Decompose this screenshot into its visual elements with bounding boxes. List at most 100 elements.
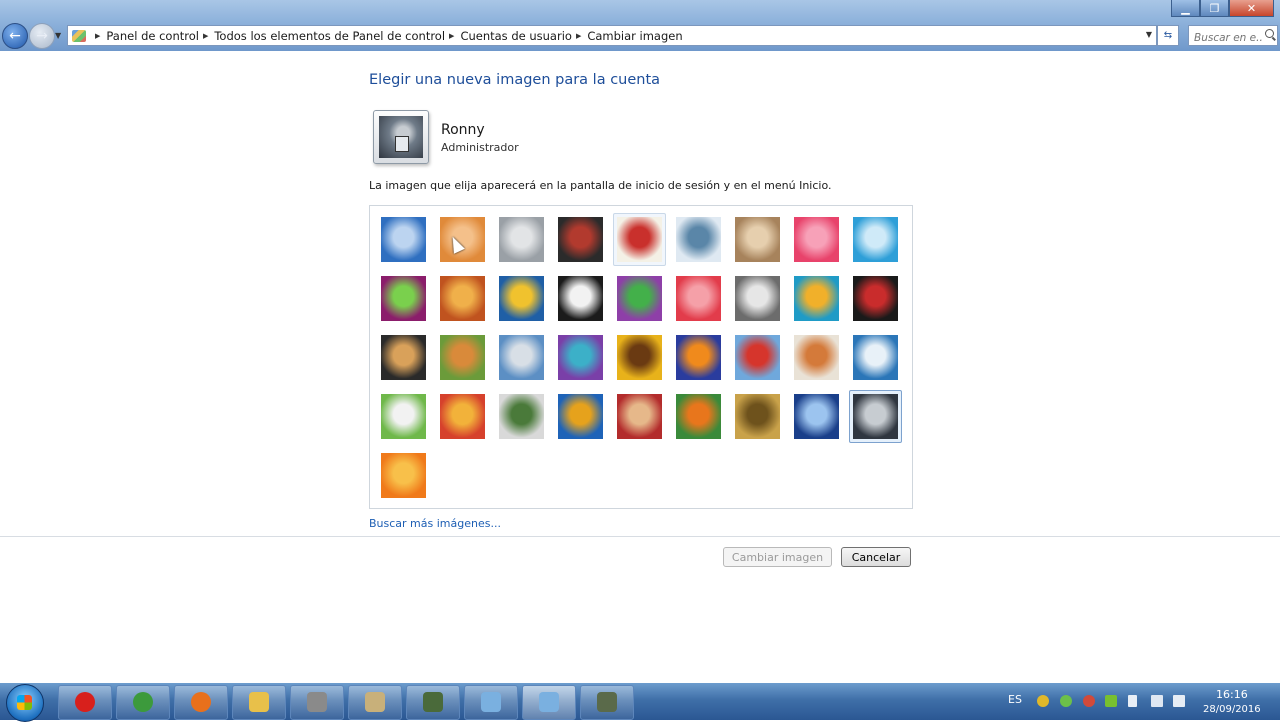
picture-option-paper-crane[interactable] xyxy=(853,276,898,321)
picture-option-dog[interactable] xyxy=(558,276,603,321)
picture-option-paper-star[interactable] xyxy=(676,276,721,321)
picture-option-ribbons[interactable] xyxy=(440,394,485,439)
picture-option-ball[interactable] xyxy=(381,276,426,321)
picture-option-user-photo[interactable] xyxy=(853,394,898,439)
picture-option-fish[interactable] xyxy=(676,335,721,380)
picture-option-jacks[interactable] xyxy=(735,276,780,321)
tray-app-icon[interactable] xyxy=(1105,695,1117,707)
picture-option-doll[interactable] xyxy=(794,335,839,380)
picture-option-stairs[interactable] xyxy=(794,276,839,321)
taskbar-app-chrome[interactable] xyxy=(116,685,170,720)
picture-option-kitten[interactable] xyxy=(735,217,780,262)
minimize-button[interactable]: ▁ xyxy=(1171,0,1200,17)
app-utility-icon xyxy=(597,692,617,712)
network-icon[interactable] xyxy=(1151,695,1163,707)
tray-app-icon[interactable] xyxy=(1083,695,1095,707)
refresh-icon: ⇆ xyxy=(1163,30,1173,41)
taskbar-app-window-manager[interactable] xyxy=(464,685,518,720)
tray-app-icon[interactable] xyxy=(1060,695,1072,707)
window-manager-icon xyxy=(481,692,501,712)
picture-grid xyxy=(369,205,913,509)
breadcrumb-cuentas-de-usuario[interactable]: Cuentas de usuario xyxy=(460,29,572,43)
picture-option-balloon[interactable] xyxy=(735,335,780,380)
taskbar-app-firefox[interactable] xyxy=(174,685,228,720)
breadcrumb-cambiar-imagen[interactable]: Cambiar imagen xyxy=(587,29,682,43)
chrome-icon xyxy=(133,692,153,712)
volume-icon[interactable] xyxy=(1173,695,1185,707)
picture-option-marbles[interactable] xyxy=(499,394,544,439)
breadcrumb-todos-los-elementos[interactable]: Todos los elementos de Panel de control xyxy=(214,29,445,43)
picture-option-lucky-cat[interactable] xyxy=(617,217,662,262)
start-button[interactable] xyxy=(6,684,44,722)
arrow-left-icon: ← xyxy=(9,28,21,44)
search-icon[interactable] xyxy=(1265,29,1274,38)
chevron-right-icon[interactable]: ▶ xyxy=(576,32,581,40)
sketchup-icon xyxy=(423,692,443,712)
divider xyxy=(0,536,1280,537)
close-button[interactable]: ✕ xyxy=(1229,0,1274,17)
picture-option-pinwheel[interactable] xyxy=(853,217,898,262)
history-dropdown-icon[interactable]: ▼ xyxy=(55,31,61,40)
picture-option-leaf[interactable] xyxy=(499,276,544,321)
control-panel-icon xyxy=(72,29,86,42)
flag-icon[interactable] xyxy=(1128,695,1137,707)
picture-option-roller-coaster[interactable] xyxy=(381,217,426,262)
picture-option-flower[interactable] xyxy=(794,217,839,262)
taskbar-app-app-utility[interactable] xyxy=(580,685,634,720)
tray-app-icon[interactable] xyxy=(1037,695,1049,707)
current-user-picture xyxy=(379,116,423,158)
picture-option-guitar[interactable] xyxy=(381,335,426,380)
language-indicator[interactable]: ES xyxy=(1008,693,1022,706)
file-explorer-icon xyxy=(249,692,269,712)
chevron-right-icon[interactable]: ▶ xyxy=(449,32,454,40)
taskbar-app-file-explorer[interactable] xyxy=(232,685,286,720)
user-role: Administrador xyxy=(441,141,519,154)
more-images-link[interactable]: Buscar más imágenes... xyxy=(369,517,501,530)
maximize-button[interactable]: ❐ xyxy=(1200,0,1229,17)
picture-option-lighthouse[interactable] xyxy=(794,394,839,439)
window-titlebar: ▁ ❐ ✕ ← → ▼ ▶ Panel de control ▶ Todos l… xyxy=(0,0,1280,51)
breadcrumb-panel-de-control[interactable]: Panel de control xyxy=(106,29,199,43)
picture-option-soccer-ball[interactable] xyxy=(381,394,426,439)
address-bar[interactable]: ▶ Panel de control ▶ Todos los elementos… xyxy=(67,25,1157,46)
forward-button[interactable]: → xyxy=(29,23,55,49)
taskbar-app-paint[interactable] xyxy=(348,685,402,720)
user-name: Ronny xyxy=(441,122,485,138)
search-box[interactable] xyxy=(1188,25,1278,47)
picture-option-fabric[interactable] xyxy=(440,276,485,321)
picture-option-scarves[interactable] xyxy=(558,335,603,380)
info-text: La imagen que elija aparecerá en la pant… xyxy=(369,179,832,192)
picture-option-gyroscope[interactable] xyxy=(676,217,721,262)
picture-option-sailboat[interactable] xyxy=(853,335,898,380)
picture-option-crayons[interactable] xyxy=(617,276,662,321)
cancel-button[interactable]: Cancelar xyxy=(841,547,911,567)
taskbar: ES 16:16 28/09/2016 xyxy=(0,683,1280,722)
picture-option-record-player[interactable] xyxy=(558,217,603,262)
chevron-right-icon[interactable]: ▶ xyxy=(203,32,208,40)
taskbar-app-media-player[interactable] xyxy=(290,685,344,720)
search-input[interactable] xyxy=(1189,29,1262,47)
taskbar-app-sketchup[interactable] xyxy=(406,685,460,720)
taskbar-app-control-panel[interactable] xyxy=(522,685,576,720)
change-image-button[interactable]: Cambiar imagen xyxy=(723,547,832,567)
arrow-right-icon: → xyxy=(36,28,48,44)
picture-option-robot-figure[interactable] xyxy=(499,217,544,262)
picture-option-orange-daisy[interactable] xyxy=(381,453,426,498)
picture-option-sunflower[interactable] xyxy=(617,335,662,380)
address-dropdown-icon[interactable]: ▼ xyxy=(1146,30,1152,39)
picture-option-rug[interactable] xyxy=(617,394,662,439)
picture-option-puppy[interactable] xyxy=(440,335,485,380)
chevron-right-icon[interactable]: ▶ xyxy=(95,32,100,40)
control-panel-icon xyxy=(539,692,559,712)
media-player-icon xyxy=(307,692,327,712)
clock-date[interactable]: 28/09/2016 xyxy=(1203,704,1261,715)
avatar xyxy=(373,110,429,164)
picture-option-toy-robot[interactable] xyxy=(499,335,544,380)
taskbar-app-opera[interactable] xyxy=(58,685,112,720)
picture-option-window[interactable] xyxy=(558,394,603,439)
picture-option-spiral[interactable] xyxy=(735,394,780,439)
refresh-button[interactable]: ⇆ xyxy=(1157,25,1179,46)
picture-option-butterfly[interactable] xyxy=(676,394,721,439)
back-button[interactable]: ← xyxy=(2,23,28,49)
clock-time[interactable]: 16:16 xyxy=(1216,688,1248,701)
